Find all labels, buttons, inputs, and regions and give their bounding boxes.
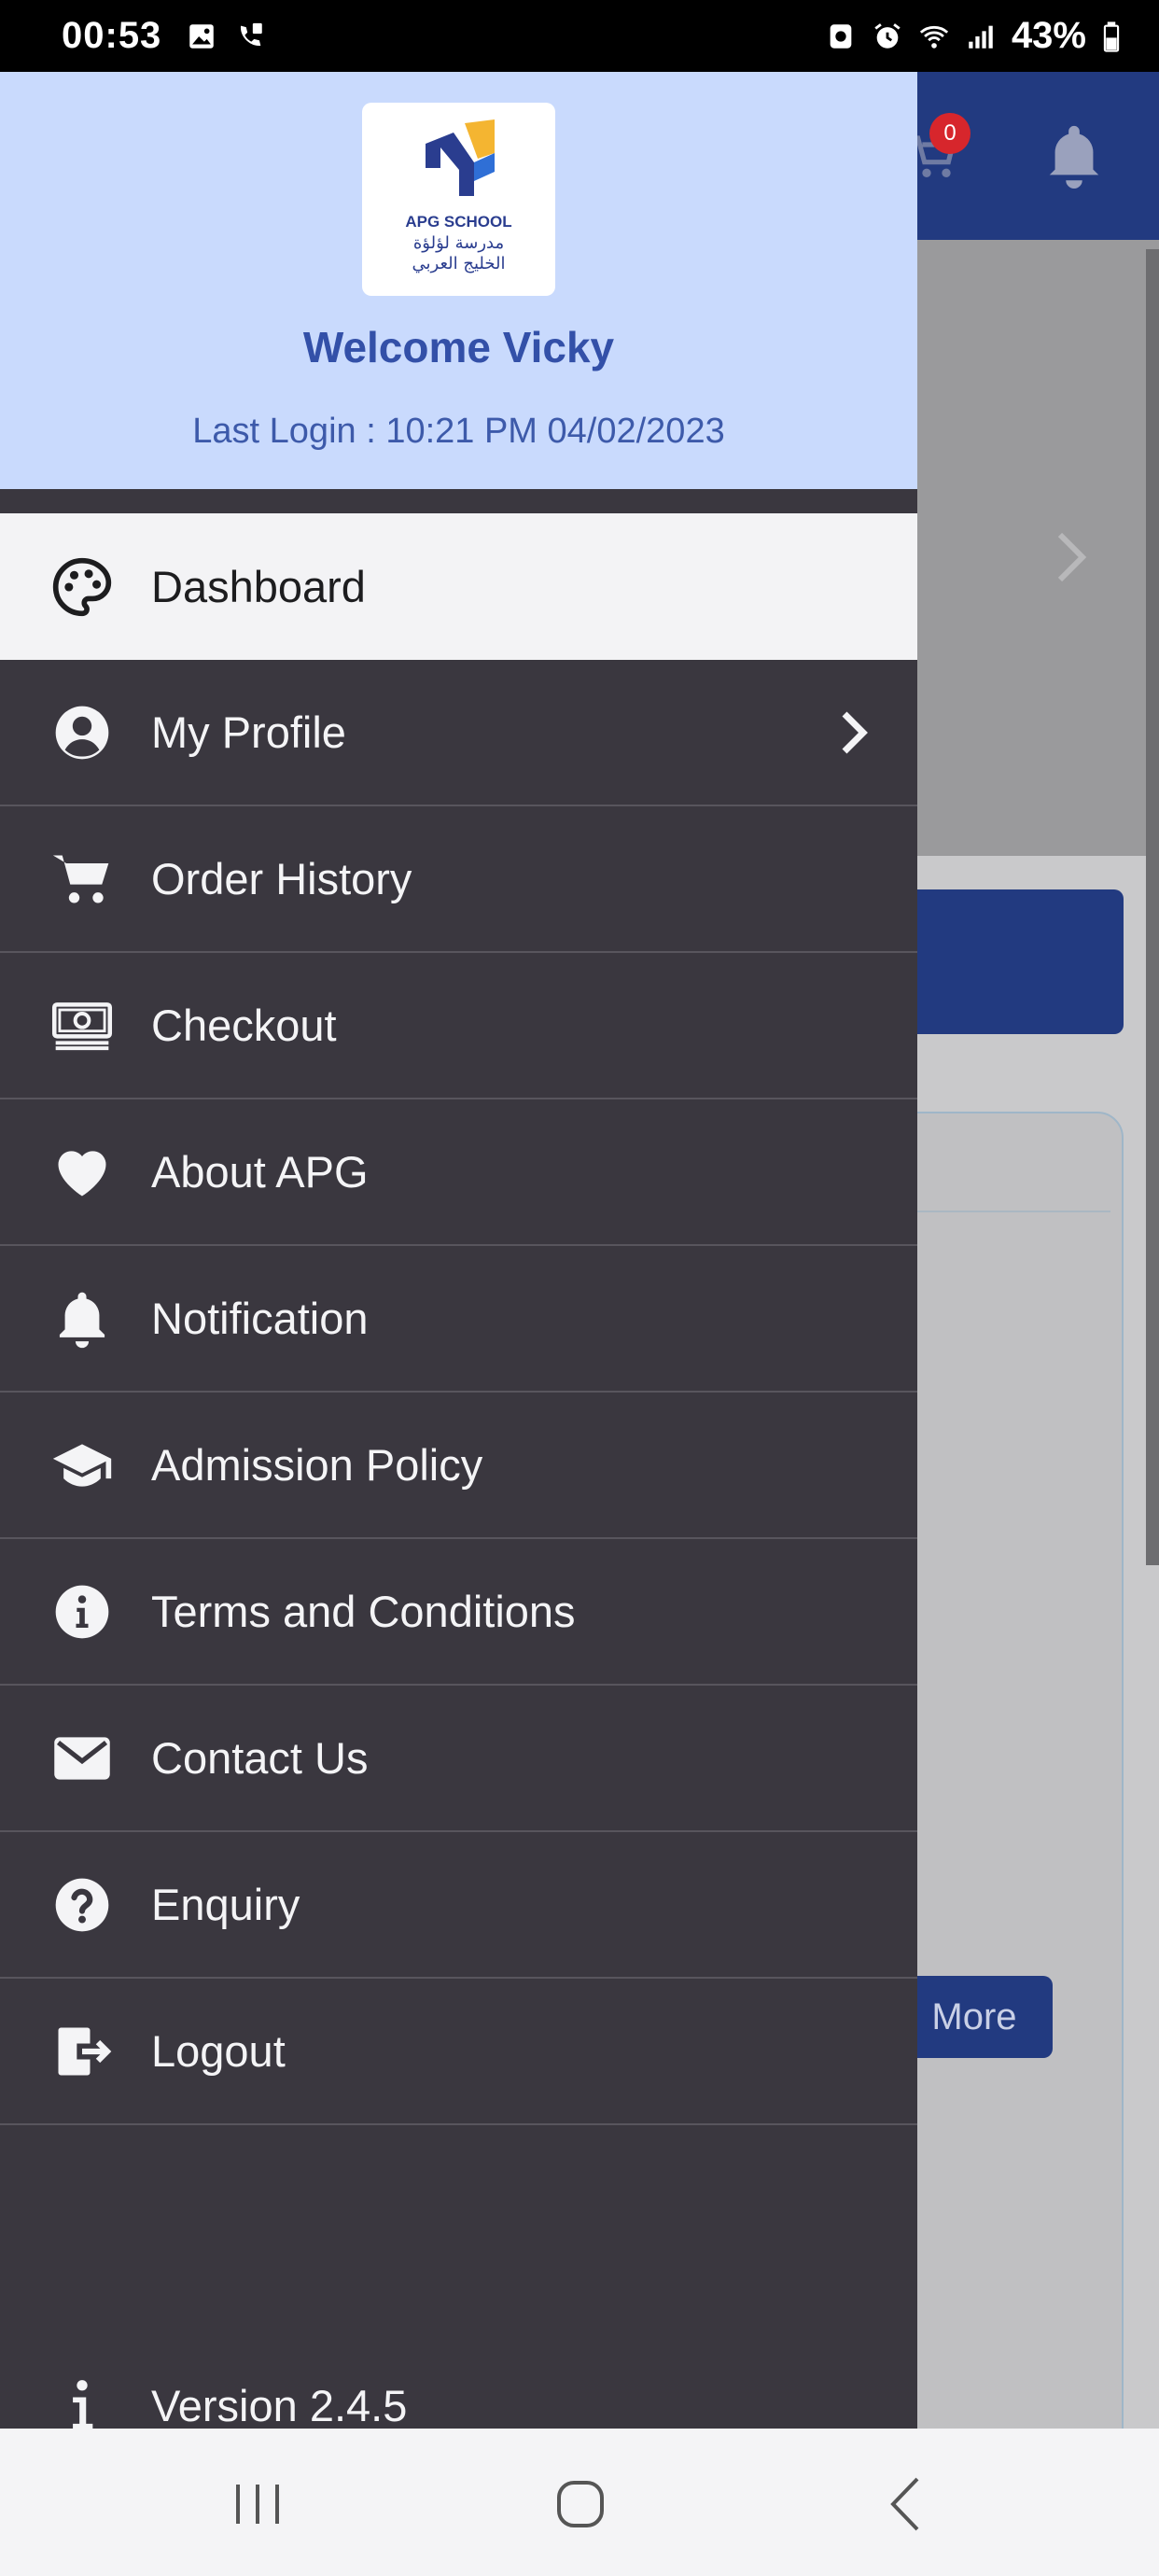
apg-logo-mark [426,119,495,196]
menu-item-notification[interactable]: Notification [0,1246,917,1393]
cart-icon [50,847,114,911]
menu-item-about-apg[interactable]: About APG [0,1099,917,1246]
menu-label: Checkout [151,1001,337,1050]
notification-bell-icon[interactable] [1041,120,1107,191]
gallery-icon [189,23,215,49]
navigation-drawer: APG SCHOOL مدرسة لؤلؤة الخليج العربي Wel… [0,72,917,2430]
menu-label: Terms and Conditions [151,1587,576,1636]
menu-label: Notification [151,1294,369,1343]
status-bar: 00:53 43% [0,0,1159,72]
home-icon[interactable] [548,2471,613,2537]
cart-count-badge: 0 [929,113,970,154]
menu-label: Dashboard [151,562,366,611]
menu-label: Order History [151,854,412,903]
logout-icon [50,2020,114,2083]
system-nav-bar [0,2429,1159,2576]
menu-item-contact-us[interactable]: Contact Us [0,1686,917,1832]
graduation-cap-icon [50,1434,114,1497]
logo-text: APG SCHOOL [405,213,512,231]
bell-icon [50,1287,114,1351]
carousel-next-icon[interactable] [1053,529,1090,585]
menu-item-admission-policy[interactable]: Admission Policy [0,1393,917,1539]
signal-icon [969,25,993,49]
welcome-text: Welcome Vicky [302,323,615,371]
question-circle-icon [50,1873,114,1937]
recent-apps-icon[interactable] [225,2471,290,2537]
logo-arabic-line1: مدرسة لؤلؤة [412,233,505,253]
wifi-icon [919,25,949,49]
menu-item-enquiry[interactable]: Enquiry [0,1832,917,1979]
status-time: 00:53 [62,15,162,56]
scrollbar[interactable] [1146,249,1159,1565]
last-login-text: Last Login : 10:21 PM 04/02/2023 [192,412,725,451]
envelope-icon [50,1727,114,1790]
menu-item-dashboard[interactable]: Dashboard [0,513,917,660]
school-logo: APG SCHOOL مدرسة لؤلؤة الخليج العربي [362,103,555,296]
palette-icon [50,555,114,619]
battery-percent: 43% [1011,15,1086,56]
menu-label: Contact Us [151,1733,369,1783]
menu-item-logout[interactable]: Logout [0,1979,917,2125]
drawer-menu: Dashboard My Profile Order History Check… [0,513,917,2125]
back-icon[interactable] [874,2471,940,2537]
user-circle-icon [50,701,114,764]
alarm-icon [874,22,901,49]
menu-item-checkout[interactable]: Checkout [0,953,917,1099]
menu-item-my-profile[interactable]: My Profile [0,660,917,806]
drawer-header: APG SCHOOL مدرسة لؤلؤة الخليج العربي Wel… [0,72,917,489]
missed-call-icon [241,22,263,46]
lock-icon [830,23,852,49]
menu-label: My Profile [151,707,346,757]
menu-label: About APG [151,1147,369,1197]
info-circle-icon [50,1580,114,1644]
menu-label: Enquiry [151,1880,300,1929]
version-text: Version 2.4.5 [151,2380,408,2430]
money-icon [50,994,114,1057]
chevron-right-icon [842,711,868,754]
logo-arabic-line2: الخليج العربي [412,254,506,273]
heart-icon [50,1141,114,1204]
battery-icon [1103,21,1120,52]
menu-label: Admission Policy [151,1440,483,1490]
menu-item-terms-and-conditions[interactable]: Terms and Conditions [0,1539,917,1686]
menu-label: Logout [151,2026,286,2076]
menu-item-order-history[interactable]: Order History [0,806,917,953]
info-icon [50,2373,114,2437]
